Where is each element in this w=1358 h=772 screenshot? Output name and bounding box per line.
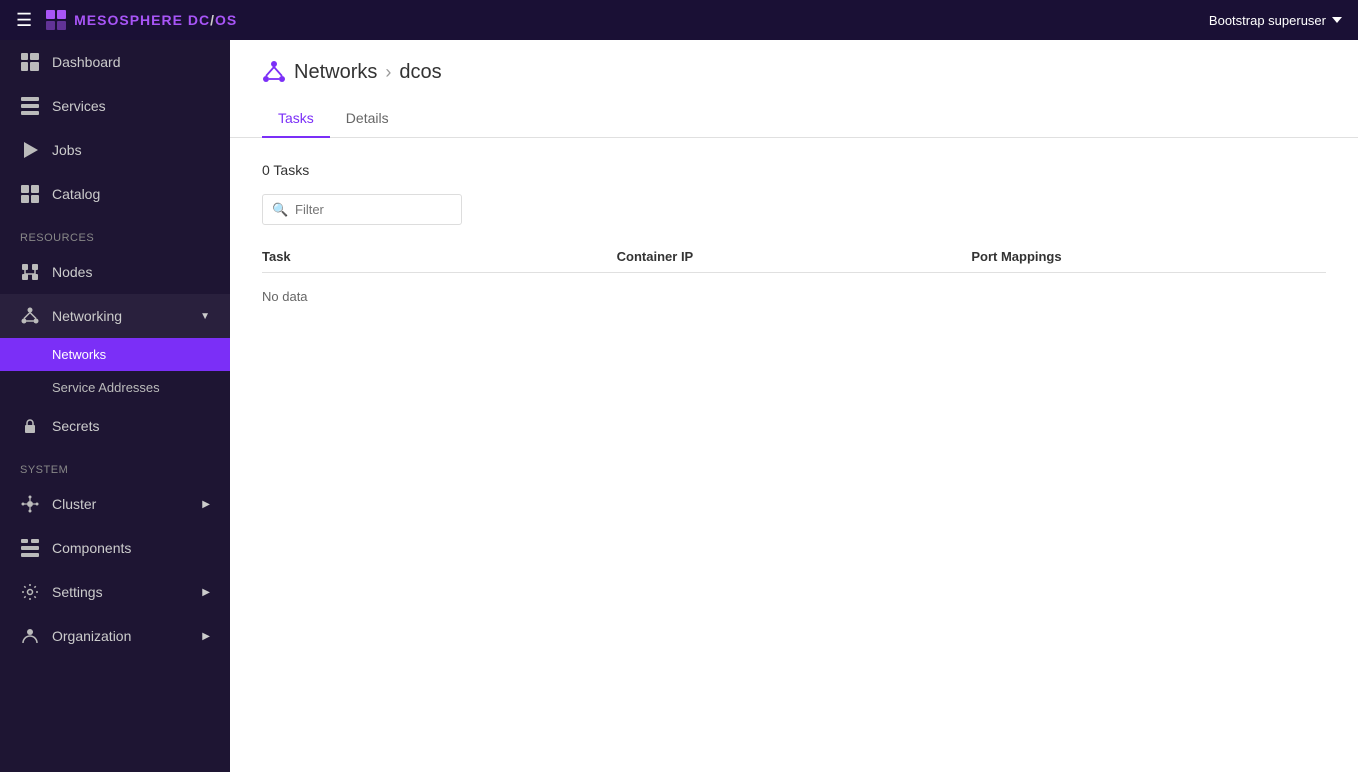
search-icon: 🔍: [272, 202, 288, 218]
sidebar-item-organization-label: Organization: [52, 628, 131, 644]
logo: MESOSPHERE DC/OS: [44, 8, 237, 32]
secrets-icon: [20, 416, 40, 436]
sidebar-sub-item-service-addresses[interactable]: Service Addresses: [0, 371, 230, 404]
sidebar-item-networking-label: Networking: [52, 308, 122, 324]
table-header-container-ip: Container IP: [617, 249, 972, 264]
user-menu[interactable]: Bootstrap superuser: [1209, 13, 1342, 28]
sidebar-item-catalog[interactable]: Catalog: [0, 172, 230, 216]
sidebar-item-nodes-label: Nodes: [52, 264, 92, 280]
sidebar-item-settings[interactable]: Settings ▶: [0, 570, 230, 614]
networks-breadcrumb-icon: [262, 60, 286, 84]
sidebar-item-settings-label: Settings: [52, 584, 103, 600]
settings-icon: [20, 582, 40, 602]
filter-input-wrap: 🔍: [262, 194, 462, 225]
organization-icon: [20, 626, 40, 646]
sidebar-item-jobs-label: Jobs: [52, 142, 82, 158]
sidebar-item-services-label: Services: [52, 98, 106, 114]
sidebar-item-components-label: Components: [52, 540, 131, 556]
sidebar: Dashboard Services Jobs Catalog Resource…: [0, 40, 230, 772]
sidebar-item-nodes[interactable]: Nodes: [0, 250, 230, 294]
layout: Dashboard Services Jobs Catalog Resource…: [0, 40, 1358, 772]
sidebar-item-dashboard-label: Dashboard: [52, 54, 121, 70]
page-content: 0 Tasks 🔍 Task Container IP Port Mapping…: [230, 138, 1358, 772]
sidebar-sub-item-service-addresses-label: Service Addresses: [52, 380, 160, 395]
system-section-label: System: [0, 448, 230, 482]
organization-chevron-icon: ▶: [202, 631, 210, 642]
hamburger-icon[interactable]: ☰: [16, 10, 32, 31]
breadcrumb: Networks › dcos: [262, 60, 1326, 84]
cluster-icon: [20, 494, 40, 514]
sidebar-item-organization[interactable]: Organization ▶: [0, 614, 230, 658]
tabs: Tasks Details: [262, 100, 1326, 137]
sidebar-sub-item-networks[interactable]: Networks: [0, 338, 230, 371]
resources-section-label: Resources: [0, 216, 230, 250]
table-header: Task Container IP Port Mappings: [262, 249, 1326, 273]
logo-text: MESOSPHERE DC/OS: [74, 12, 237, 28]
networking-icon: [20, 306, 40, 326]
sidebar-item-secrets-label: Secrets: [52, 418, 99, 434]
sidebar-item-services[interactable]: Services: [0, 84, 230, 128]
networking-chevron-icon: ▼: [200, 311, 210, 322]
tab-details[interactable]: Details: [330, 100, 405, 138]
table-header-task: Task: [262, 249, 617, 264]
sidebar-item-jobs[interactable]: Jobs: [0, 128, 230, 172]
breadcrumb-parent[interactable]: Networks: [294, 61, 377, 84]
page-header: Networks › dcos Tasks Details: [230, 40, 1358, 138]
user-menu-chevron-icon: [1332, 17, 1342, 23]
logo-icon: [44, 8, 68, 32]
jobs-icon: [20, 140, 40, 160]
sidebar-item-components[interactable]: Components: [0, 526, 230, 570]
sidebar-item-secrets[interactable]: Secrets: [0, 404, 230, 448]
no-data-label: No data: [262, 281, 1326, 312]
user-label: Bootstrap superuser: [1209, 13, 1326, 28]
tab-tasks[interactable]: Tasks: [262, 100, 330, 138]
settings-chevron-icon: ▶: [202, 587, 210, 598]
dashboard-icon: [20, 52, 40, 72]
sidebar-item-dashboard[interactable]: Dashboard: [0, 40, 230, 84]
topbar: ☰ MESOSPHERE DC/OS Bootstrap superuser: [0, 0, 1358, 40]
services-icon: [20, 96, 40, 116]
breadcrumb-separator: ›: [385, 62, 391, 83]
breadcrumb-current: dcos: [399, 61, 441, 84]
main-content: Networks › dcos Tasks Details 0 Tasks 🔍 …: [230, 40, 1358, 772]
topbar-left: ☰ MESOSPHERE DC/OS: [16, 8, 237, 32]
sidebar-item-catalog-label: Catalog: [52, 186, 100, 202]
nodes-icon: [20, 262, 40, 282]
sidebar-item-networking[interactable]: Networking ▼: [0, 294, 230, 338]
table-header-port-mappings: Port Mappings: [971, 249, 1326, 264]
sidebar-item-cluster[interactable]: Cluster ▶: [0, 482, 230, 526]
cluster-chevron-icon: ▶: [202, 499, 210, 510]
tasks-count: 0 Tasks: [262, 162, 1326, 178]
components-icon: [20, 538, 40, 558]
catalog-icon: [20, 184, 40, 204]
filter-input[interactable]: [262, 194, 462, 225]
sidebar-sub-item-networks-label: Networks: [52, 347, 106, 362]
sidebar-item-cluster-label: Cluster: [52, 496, 96, 512]
